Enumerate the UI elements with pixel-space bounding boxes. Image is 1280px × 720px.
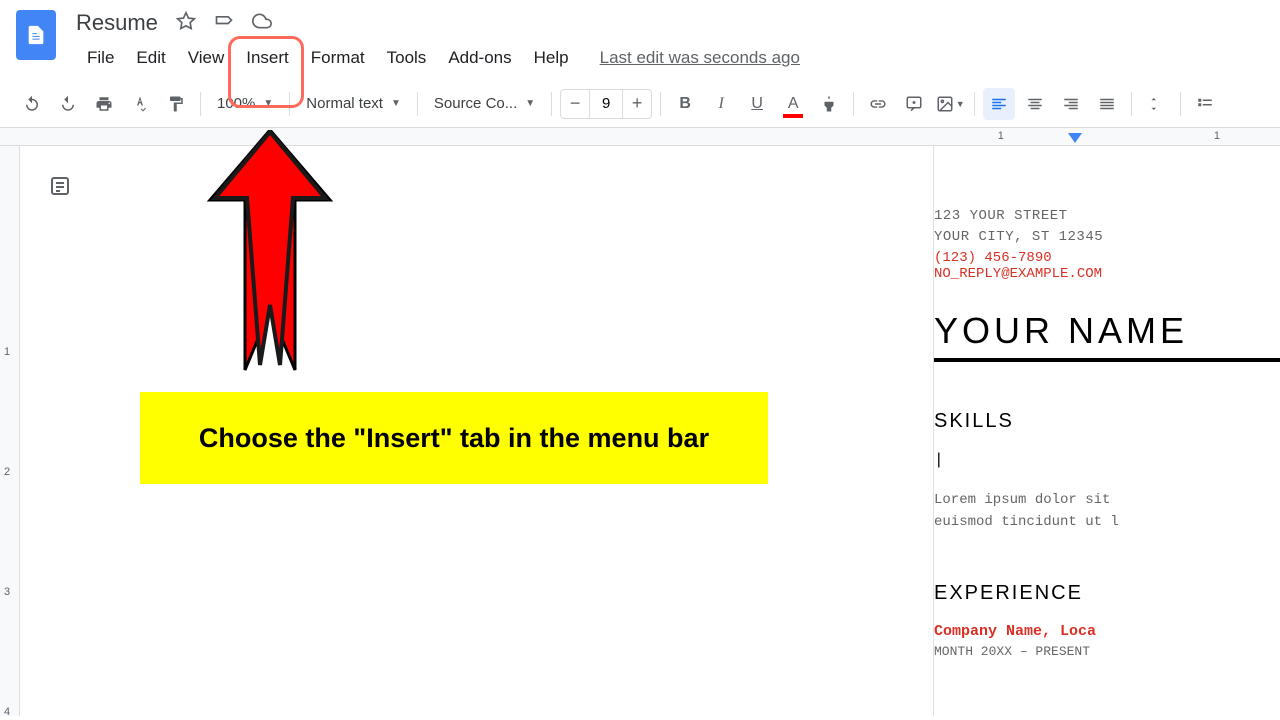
text-cursor: | — [934, 451, 1280, 469]
menu-addons[interactable]: Add-ons — [437, 44, 522, 72]
document-title[interactable]: Resume — [76, 10, 158, 36]
toolbar: 100%▼ Normal text▼ Source Co...▼ − + B I… — [0, 80, 1280, 128]
link-button[interactable] — [862, 88, 894, 120]
move-icon[interactable] — [214, 11, 234, 36]
undo-button[interactable] — [16, 88, 48, 120]
indent-marker-icon[interactable] — [1068, 132, 1082, 150]
resume-name: YOUR NAME — [934, 310, 1280, 352]
bold-button[interactable]: B — [669, 88, 701, 120]
resume-city: YOUR CITY, ST 12345 — [934, 227, 1280, 248]
redo-button[interactable] — [52, 88, 84, 120]
menu-file[interactable]: File — [76, 44, 125, 72]
spellcheck-button[interactable] — [124, 88, 156, 120]
menu-help[interactable]: Help — [523, 44, 580, 72]
resume-email: NO_REPLY@EXAMPLE.COM — [934, 266, 1280, 282]
menu-edit[interactable]: Edit — [125, 44, 176, 72]
font-select[interactable]: Source Co...▼ — [426, 88, 543, 120]
menu-insert[interactable]: Insert — [235, 44, 300, 72]
lorem-text: Lorem ipsum dolor sit euismod tincidunt … — [934, 489, 1280, 534]
menu-tools[interactable]: Tools — [376, 44, 438, 72]
horizontal-ruler: 1 1 — [0, 128, 1280, 146]
callout-text: Choose the "Insert" tab in the menu bar — [199, 423, 709, 454]
comment-button[interactable] — [898, 88, 930, 120]
resume-street: 123 YOUR STREET — [934, 206, 1280, 227]
company-dates: MONTH 20XX – PRESENT — [934, 644, 1280, 659]
menu-view[interactable]: View — [177, 44, 236, 72]
style-select[interactable]: Normal text▼ — [298, 88, 409, 120]
align-center-button[interactable] — [1019, 88, 1051, 120]
align-right-button[interactable] — [1055, 88, 1087, 120]
company-name: Company Name, Loca — [934, 623, 1280, 640]
font-size-input[interactable] — [589, 90, 623, 118]
font-size-decrease[interactable]: − — [561, 90, 589, 118]
text-color-button[interactable]: A — [777, 88, 809, 120]
align-justify-button[interactable] — [1091, 88, 1123, 120]
menubar: File Edit View Insert Format Tools Add-o… — [76, 44, 1264, 72]
zoom-select[interactable]: 100%▼ — [209, 88, 281, 120]
align-left-button[interactable] — [983, 88, 1015, 120]
name-underline — [934, 358, 1280, 362]
last-edit-link[interactable]: Last edit was seconds ago — [600, 48, 800, 68]
skills-heading: SKILLS — [934, 410, 1280, 433]
checklist-button[interactable] — [1189, 88, 1221, 120]
outline-icon[interactable] — [48, 174, 72, 203]
highlight-button[interactable] — [813, 88, 845, 120]
font-size-group: − + — [560, 89, 652, 119]
italic-button[interactable]: I — [705, 88, 737, 120]
title-area: Resume File Edit View Insert Format Tool… — [76, 10, 1264, 72]
paint-format-button[interactable] — [160, 88, 192, 120]
page-canvas-right[interactable]: 123 YOUR STREET YOUR CITY, ST 12345 (123… — [934, 146, 1280, 716]
ruler-mark: 1 — [1214, 130, 1220, 142]
line-spacing-button[interactable] — [1140, 88, 1172, 120]
ruler-mark: 1 — [998, 130, 1004, 142]
experience-heading: EXPERIENCE — [934, 582, 1280, 605]
header: Resume File Edit View Insert Format Tool… — [0, 0, 1280, 72]
font-size-increase[interactable]: + — [623, 90, 651, 118]
menu-format[interactable]: Format — [300, 44, 376, 72]
resume-phone: (123) 456-7890 — [934, 250, 1280, 266]
underline-button[interactable]: U — [741, 88, 773, 120]
cloud-icon[interactable] — [252, 11, 272, 36]
print-button[interactable] — [88, 88, 120, 120]
star-icon[interactable] — [176, 11, 196, 36]
docs-logo[interactable] — [16, 10, 56, 60]
callout-box: Choose the "Insert" tab in the menu bar — [140, 392, 768, 484]
image-button[interactable]: ▼ — [934, 88, 966, 120]
vertical-ruler: 1 2 3 4 — [0, 146, 20, 716]
